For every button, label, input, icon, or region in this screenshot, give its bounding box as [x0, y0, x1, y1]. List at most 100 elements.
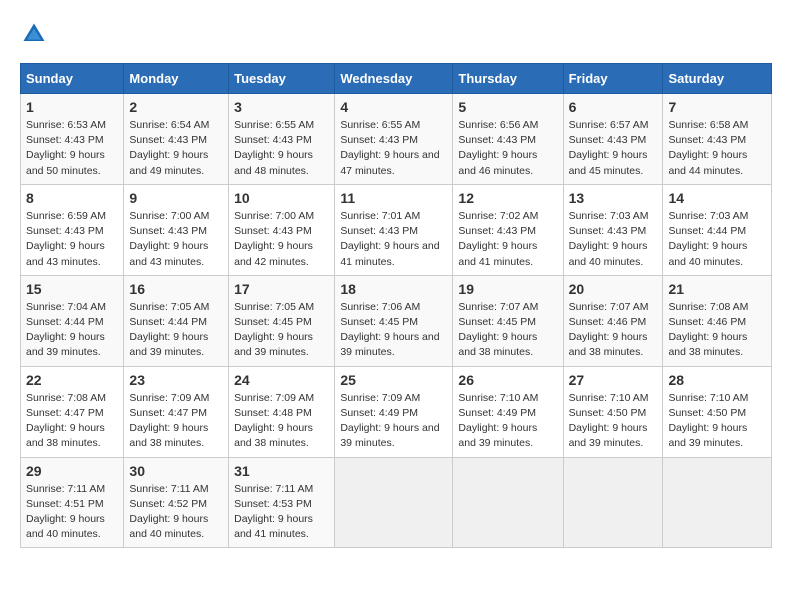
calendar-cell: 20Sunrise: 7:07 AM Sunset: 4:46 PM Dayli…: [563, 275, 663, 366]
day-number: 26: [458, 372, 557, 388]
day-number: 14: [668, 190, 766, 206]
calendar-cell: 11 Sunrise: 7:01 AM Sunset: 4:43 PM Dayli…: [335, 184, 453, 275]
calendar-week-row: 15 Sunrise: 7:04 AM Sunset: 4:44 PM Dayli…: [21, 275, 772, 366]
calendar-cell: 17 Sunrise: 7:05 AM Sunset: 4:45 PM Dayli…: [229, 275, 335, 366]
day-number: 3: [234, 99, 329, 115]
day-detail: Sunrise: 7:09 AM Sunset: 4:48 PM Dayligh…: [234, 391, 329, 452]
day-detail: Sunrise: 7:10 AM Sunset: 4:50 PM Dayligh…: [668, 391, 766, 452]
calendar-week-row: 29 Sunrise: 7:11 AM Sunset: 4:51 PM Dayli…: [21, 457, 772, 548]
day-detail: Sunrise: 6:54 AM Sunset: 4:43 PM Dayligh…: [129, 118, 223, 179]
day-number: 17: [234, 281, 329, 297]
day-detail: Sunrise: 7:09 AM Sunset: 4:49 PM Dayligh…: [340, 391, 447, 452]
day-detail: Sunrise: 7:00 AM Sunset: 4:43 PM Dayligh…: [129, 209, 223, 270]
weekday-header-sunday: Sunday: [21, 64, 124, 94]
calendar-cell: 5 Sunrise: 6:56 AM Sunset: 4:43 PM Daylig…: [453, 94, 563, 185]
day-number: 10: [234, 190, 329, 206]
weekday-header-row: SundayMondayTuesdayWednesdayThursdayFrid…: [21, 64, 772, 94]
calendar-cell: 31 Sunrise: 7:11 AM Sunset: 4:53 PM Dayli…: [229, 457, 335, 548]
day-number: 19: [458, 281, 557, 297]
day-detail: Sunrise: 6:55 AM Sunset: 4:43 PM Dayligh…: [234, 118, 329, 179]
day-detail: Sunrise: 7:02 AM Sunset: 4:43 PM Dayligh…: [458, 209, 557, 270]
day-detail: Sunrise: 7:05 AM Sunset: 4:44 PM Dayligh…: [129, 300, 223, 361]
weekday-header-monday: Monday: [124, 64, 229, 94]
day-detail: Sunrise: 7:11 AM Sunset: 4:53 PM Dayligh…: [234, 482, 329, 543]
day-number: 25: [340, 372, 447, 388]
day-number: 23: [129, 372, 223, 388]
day-number: 31: [234, 463, 329, 479]
weekday-header-saturday: Saturday: [663, 64, 772, 94]
calendar-cell: 3 Sunrise: 6:55 AM Sunset: 4:43 PM Daylig…: [229, 94, 335, 185]
calendar-cell: 12Sunrise: 7:02 AM Sunset: 4:43 PM Dayli…: [453, 184, 563, 275]
calendar-cell: 23 Sunrise: 7:09 AM Sunset: 4:47 PM Dayli…: [124, 366, 229, 457]
day-number: 4: [340, 99, 447, 115]
logo-icon: [20, 20, 48, 48]
calendar-cell: 2Sunrise: 6:54 AM Sunset: 4:43 PM Daylig…: [124, 94, 229, 185]
day-detail: Sunrise: 7:07 AM Sunset: 4:45 PM Dayligh…: [458, 300, 557, 361]
day-number: 27: [569, 372, 658, 388]
day-detail: Sunrise: 6:53 AM Sunset: 4:43 PM Dayligh…: [26, 118, 118, 179]
day-number: 30: [129, 463, 223, 479]
day-detail: Sunrise: 6:57 AM Sunset: 4:43 PM Dayligh…: [569, 118, 658, 179]
calendar-cell: 24 Sunrise: 7:09 AM Sunset: 4:48 PM Dayli…: [229, 366, 335, 457]
calendar-cell: 9 Sunrise: 7:00 AM Sunset: 4:43 PM Daylig…: [124, 184, 229, 275]
day-detail: Sunrise: 7:11 AM Sunset: 4:51 PM Dayligh…: [26, 482, 118, 543]
calendar-cell: [453, 457, 563, 548]
calendar-cell: 25 Sunrise: 7:09 AM Sunset: 4:49 PM Dayli…: [335, 366, 453, 457]
calendar-cell: [563, 457, 663, 548]
calendar-cell: 18 Sunrise: 7:06 AM Sunset: 4:45 PM Dayli…: [335, 275, 453, 366]
calendar-cell: 29 Sunrise: 7:11 AM Sunset: 4:51 PM Dayli…: [21, 457, 124, 548]
day-detail: Sunrise: 7:06 AM Sunset: 4:45 PM Dayligh…: [340, 300, 447, 361]
day-number: 22: [26, 372, 118, 388]
day-detail: Sunrise: 7:01 AM Sunset: 4:43 PM Dayligh…: [340, 209, 447, 270]
day-number: 21: [668, 281, 766, 297]
day-detail: Sunrise: 7:05 AM Sunset: 4:45 PM Dayligh…: [234, 300, 329, 361]
weekday-header-tuesday: Tuesday: [229, 64, 335, 94]
calendar-cell: 22Sunrise: 7:08 AM Sunset: 4:47 PM Dayli…: [21, 366, 124, 457]
header: [20, 20, 772, 48]
calendar-cell: 8Sunrise: 6:59 AM Sunset: 4:43 PM Daylig…: [21, 184, 124, 275]
day-number: 11: [340, 190, 447, 206]
calendar-week-row: 8Sunrise: 6:59 AM Sunset: 4:43 PM Daylig…: [21, 184, 772, 275]
calendar-table: SundayMondayTuesdayWednesdayThursdayFrid…: [20, 63, 772, 548]
calendar-week-row: 1Sunrise: 6:53 AM Sunset: 4:43 PM Daylig…: [21, 94, 772, 185]
calendar-cell: 13Sunrise: 7:03 AM Sunset: 4:43 PM Dayli…: [563, 184, 663, 275]
weekday-header-friday: Friday: [563, 64, 663, 94]
day-detail: Sunrise: 7:04 AM Sunset: 4:44 PM Dayligh…: [26, 300, 118, 361]
day-detail: Sunrise: 7:09 AM Sunset: 4:47 PM Dayligh…: [129, 391, 223, 452]
day-number: 5: [458, 99, 557, 115]
day-number: 6: [569, 99, 658, 115]
calendar-cell: [335, 457, 453, 548]
calendar-cell: 21 Sunrise: 7:08 AM Sunset: 4:46 PM Dayli…: [663, 275, 772, 366]
day-detail: Sunrise: 7:11 AM Sunset: 4:52 PM Dayligh…: [129, 482, 223, 543]
logo: [20, 20, 52, 48]
day-number: 28: [668, 372, 766, 388]
day-detail: Sunrise: 7:08 AM Sunset: 4:46 PM Dayligh…: [668, 300, 766, 361]
day-number: 29: [26, 463, 118, 479]
day-detail: Sunrise: 6:56 AM Sunset: 4:43 PM Dayligh…: [458, 118, 557, 179]
day-detail: Sunrise: 7:10 AM Sunset: 4:49 PM Dayligh…: [458, 391, 557, 452]
calendar-cell: 16 Sunrise: 7:05 AM Sunset: 4:44 PM Dayli…: [124, 275, 229, 366]
calendar-cell: 10Sunrise: 7:00 AM Sunset: 4:43 PM Dayli…: [229, 184, 335, 275]
day-number: 7: [668, 99, 766, 115]
day-number: 18: [340, 281, 447, 297]
day-detail: Sunrise: 6:59 AM Sunset: 4:43 PM Dayligh…: [26, 209, 118, 270]
day-detail: Sunrise: 7:10 AM Sunset: 4:50 PM Dayligh…: [569, 391, 658, 452]
calendar-cell: 7 Sunrise: 6:58 AM Sunset: 4:43 PM Daylig…: [663, 94, 772, 185]
day-detail: Sunrise: 7:03 AM Sunset: 4:43 PM Dayligh…: [569, 209, 658, 270]
calendar-cell: 26 Sunrise: 7:10 AM Sunset: 4:49 PM Dayli…: [453, 366, 563, 457]
day-number: 9: [129, 190, 223, 206]
calendar-cell: 15 Sunrise: 7:04 AM Sunset: 4:44 PM Dayli…: [21, 275, 124, 366]
day-detail: Sunrise: 6:58 AM Sunset: 4:43 PM Dayligh…: [668, 118, 766, 179]
calendar-week-row: 22Sunrise: 7:08 AM Sunset: 4:47 PM Dayli…: [21, 366, 772, 457]
day-number: 24: [234, 372, 329, 388]
day-number: 20: [569, 281, 658, 297]
day-number: 16: [129, 281, 223, 297]
day-detail: Sunrise: 7:03 AM Sunset: 4:44 PM Dayligh…: [668, 209, 766, 270]
day-number: 15: [26, 281, 118, 297]
calendar-cell: [663, 457, 772, 548]
day-detail: Sunrise: 6:55 AM Sunset: 4:43 PM Dayligh…: [340, 118, 447, 179]
calendar-cell: 1Sunrise: 6:53 AM Sunset: 4:43 PM Daylig…: [21, 94, 124, 185]
calendar-cell: 14 Sunrise: 7:03 AM Sunset: 4:44 PM Dayli…: [663, 184, 772, 275]
calendar-cell: 4 Sunrise: 6:55 AM Sunset: 4:43 PM Daylig…: [335, 94, 453, 185]
calendar-cell: 27 Sunrise: 7:10 AM Sunset: 4:50 PM Dayli…: [563, 366, 663, 457]
